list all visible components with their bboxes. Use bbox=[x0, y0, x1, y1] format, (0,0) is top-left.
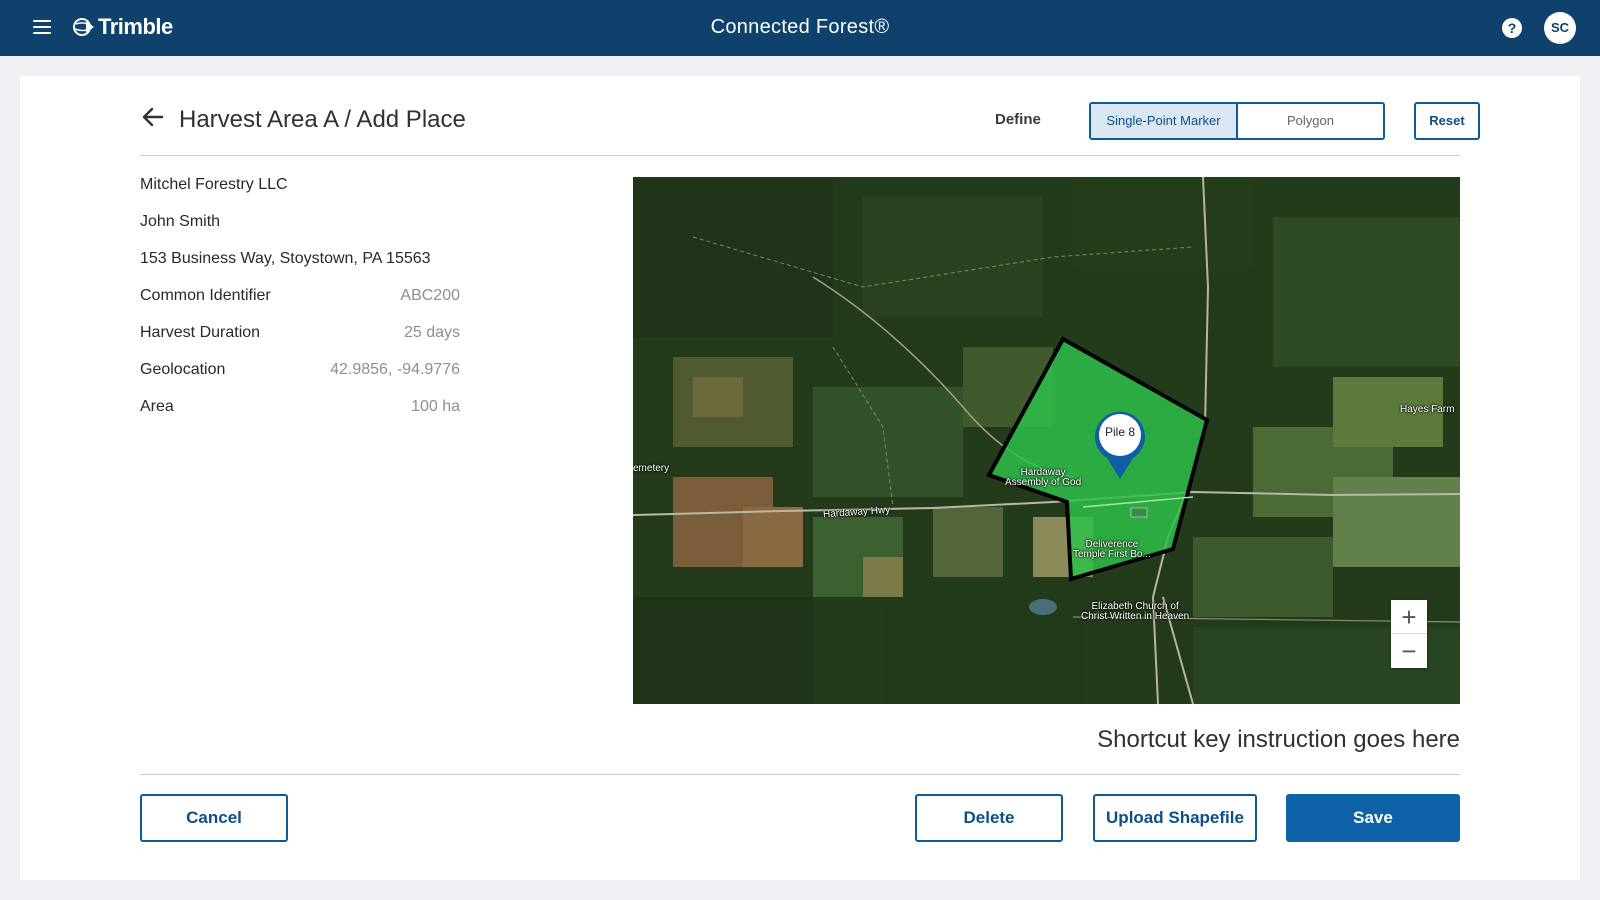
app-title: Connected Forest® bbox=[710, 16, 890, 38]
shortcut-instruction: Shortcut key instruction goes here bbox=[1097, 726, 1460, 753]
single-point-marker-option[interactable]: Single-Point Marker bbox=[1091, 104, 1238, 138]
page-header: Harvest Area A / Add Place Define Single… bbox=[140, 76, 1480, 156]
user-avatar[interactable]: SC bbox=[1544, 12, 1576, 44]
map-label-elizabeth-church: Elizabeth Church of Christ Written in He… bbox=[1081, 601, 1190, 622]
detail-value: 100 ha bbox=[411, 398, 460, 415]
map-zoom-controls: + − bbox=[1391, 600, 1427, 668]
define-mode-toggle: Single-Point Marker Polygon bbox=[1089, 102, 1385, 140]
page-title: Harvest Area A / Add Place bbox=[179, 106, 466, 133]
top-app-bar: Trimble Connected Forest® ? SC bbox=[0, 0, 1600, 56]
back-arrow-icon[interactable] bbox=[140, 106, 166, 128]
company-name: Mitchel Forestry LLC bbox=[140, 176, 288, 193]
upload-shapefile-button[interactable]: Upload Shapefile bbox=[1093, 794, 1257, 842]
footer-divider bbox=[140, 774, 1460, 775]
detail-value: 42.9856, -94.9776 bbox=[330, 361, 460, 378]
help-icon[interactable]: ? bbox=[1502, 18, 1522, 38]
add-place-card: Harvest Area A / Add Place Define Single… bbox=[20, 76, 1580, 880]
map-pin-marker[interactable]: Pile 8 bbox=[1094, 409, 1146, 481]
reset-button[interactable]: Reset bbox=[1414, 102, 1480, 140]
detail-row-area: Area 100 ha bbox=[140, 398, 460, 435]
cancel-button[interactable]: Cancel bbox=[140, 794, 288, 842]
detail-label: Common Identifier bbox=[140, 287, 271, 304]
detail-label: Geolocation bbox=[140, 361, 226, 378]
zoom-in-button[interactable]: + bbox=[1391, 600, 1427, 634]
detail-value: ABC200 bbox=[400, 287, 460, 304]
detail-label: Harvest Duration bbox=[140, 324, 261, 341]
map-pin-label: Pile 8 bbox=[1104, 425, 1136, 439]
contact-name: John Smith bbox=[140, 213, 221, 230]
map-imagery bbox=[633, 177, 1460, 704]
detail-row-common-identifier: Common Identifier ABC200 bbox=[140, 287, 460, 324]
map-label-hayes-farm: Hayes Farm bbox=[1400, 404, 1455, 415]
detail-label: Area bbox=[140, 398, 174, 415]
map-label-deliverence: Deliverence Temple First Bo... bbox=[1073, 539, 1151, 560]
place-details: Mitchel Forestry LLC John Smith 153 Busi… bbox=[140, 176, 460, 435]
zoom-out-button[interactable]: − bbox=[1391, 634, 1427, 668]
satellite-map[interactable]: emetery Hardaway Hwy Hardaway Assembly o… bbox=[633, 177, 1460, 704]
map-label-hardaway-church: Hardaway Assembly of God bbox=[1005, 467, 1082, 488]
define-label: Define bbox=[995, 111, 1041, 128]
detail-row-geolocation: Geolocation 42.9856, -94.9776 bbox=[140, 361, 460, 398]
address: 153 Business Way, Stoystown, PA 15563 bbox=[140, 250, 431, 267]
delete-button[interactable]: Delete bbox=[915, 794, 1063, 842]
map-pin-icon bbox=[1095, 411, 1145, 479]
detail-row-harvest-duration: Harvest Duration 25 days bbox=[140, 324, 460, 361]
save-button[interactable]: Save bbox=[1286, 794, 1460, 842]
detail-value: 25 days bbox=[403, 324, 460, 341]
map-label-cemetery: emetery bbox=[633, 463, 670, 474]
polygon-option[interactable]: Polygon bbox=[1238, 104, 1383, 138]
